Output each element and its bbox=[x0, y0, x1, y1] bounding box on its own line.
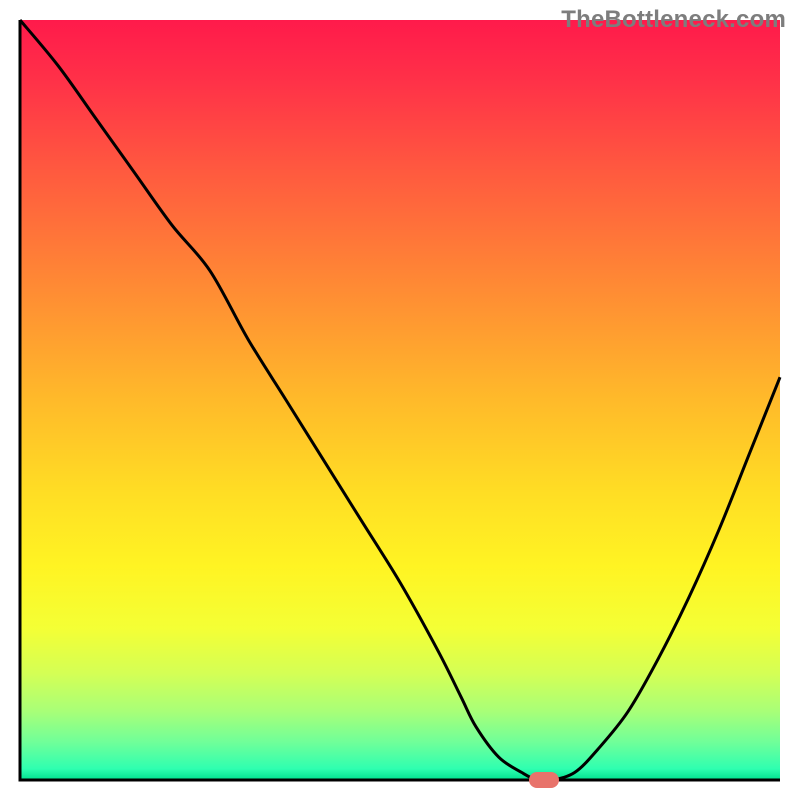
plot-svg bbox=[0, 0, 800, 800]
optimal-point-marker bbox=[529, 772, 559, 788]
plot-background bbox=[20, 20, 780, 780]
watermark-text: TheBottleneck.com bbox=[561, 6, 786, 34]
bottleneck-chart: TheBottleneck.com bbox=[0, 0, 800, 800]
